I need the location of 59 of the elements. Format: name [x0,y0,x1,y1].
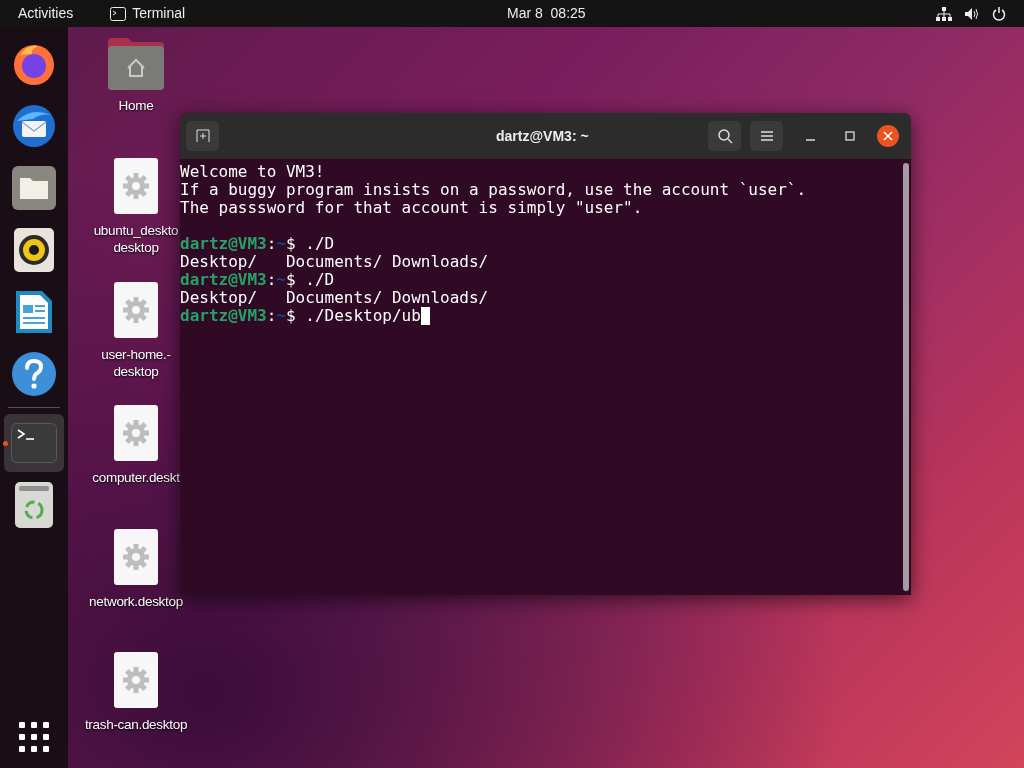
desktop-icon-label: trash-can.desktop [84,716,188,733]
network-icon[interactable] [936,6,952,21]
settings-file-icon [114,405,158,461]
app-grid-icon[interactable] [19,722,49,752]
prompt-user: dartz@VM3 [180,235,267,253]
power-icon[interactable] [992,6,1006,21]
activities-button[interactable]: Activities [18,3,74,24]
desktop-icon-label: network.desktop [89,593,183,610]
app-menu[interactable]: Terminal [132,3,186,24]
search-icon [716,128,733,144]
terminal-output: If a buggy program insists on a password, use the account `user`. [180,180,807,199]
prompt-separator: : [266,307,277,325]
document-icon [14,289,54,335]
terminal-output: Welcome to VM3! [180,162,325,181]
prompt-user: dartz@VM3 [180,271,267,289]
prompt-separator: : [266,271,277,289]
settings-file-icon [114,652,158,708]
command-text: $ ./Desktop/ub [286,307,421,325]
maximize-icon [845,131,855,141]
desktop-icon-label: desktop [113,239,159,256]
envelope-bird-icon [11,103,57,149]
terminal-output: The passsword for that account is simply "user". [180,198,643,217]
terminal-output: Desktop/ Documents/ Downloads/ [180,288,489,307]
recycle-bin-icon [15,482,53,528]
home-folder-icon [108,38,164,90]
prompt-path: ~ [276,235,286,253]
prompt-separator: : [266,235,277,253]
command-text: $ ./D [286,271,335,289]
terminal-output: Desktop/ Documents/ Downloads/ [180,252,489,271]
speaker-icon [14,228,54,272]
folder-icon [12,166,56,210]
help-icon [11,351,57,397]
prompt-path: ~ [276,307,286,325]
terminal-icon [110,6,127,21]
scrollbar[interactable] [903,163,909,591]
menu-button[interactable] [750,121,783,151]
desktop-icon-label: computer.deskt [92,469,180,486]
prompt-user: dartz@VM3 [180,307,267,325]
menu-icon [760,131,773,141]
desktop-icon-label: Home [118,97,154,114]
close-button[interactable] [877,125,899,147]
prompt-path: ~ [276,271,286,289]
clock[interactable]: Mar 8 08:25 [507,3,586,24]
search-button[interactable] [708,121,741,151]
command-text: $ ./D [286,235,335,253]
volume-icon[interactable] [964,6,980,21]
minimize-icon [805,139,815,141]
desktop-icon-label: user-home.- [101,346,171,363]
new-tab-button[interactable] [186,121,219,151]
settings-file-icon [114,158,158,214]
desktop-icon-label: desktop [113,363,159,380]
firefox-icon [12,42,56,86]
close-icon [883,131,893,141]
settings-file-icon [114,529,158,585]
window-title: dartz@VM3: ~ [496,126,589,146]
desktop-icon-label: ubuntu_deskto [93,222,179,239]
settings-file-icon [114,282,158,338]
new-tab-icon [195,129,210,143]
terminal-icon [11,423,57,463]
